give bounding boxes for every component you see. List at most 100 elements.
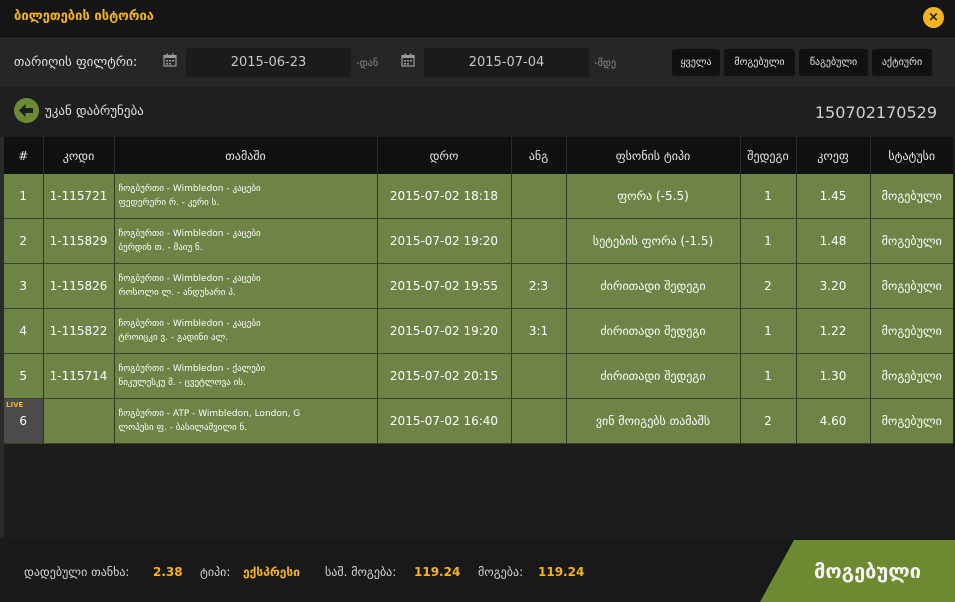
possible-win-value: 119.24 [414, 565, 461, 579]
row-bet-type: ძირითადი შედეგი [566, 308, 741, 354]
row-status: მოგებული [870, 308, 953, 354]
from-suffix: -დან [356, 58, 379, 69]
title-bar: ბილეთების ისტორია × [0, 0, 955, 37]
column-header-number: # [4, 137, 43, 174]
row-game: ჩოგბურთი - Wimbledon - კაცები ბერდიხ თ. -… [114, 218, 378, 264]
row-code: 1-115822 [43, 308, 115, 354]
ticket-status-badge: მოგებული [760, 540, 955, 602]
filter-label: თარიღის ფილტრი: [14, 55, 138, 70]
win-value: 119.24 [538, 565, 585, 579]
arrow-left-icon[interactable] [14, 98, 39, 123]
table-row: 4 1-115822 ჩოგბურთი - Wimbledon - კაცები… [4, 308, 953, 354]
row-time: 2015-07-02 19:20 [377, 308, 512, 354]
row-number: 2 [4, 218, 44, 264]
row-number: 5 [4, 353, 44, 399]
row-status: მოგებული [870, 174, 953, 219]
close-icon[interactable]: × [923, 7, 944, 28]
row-code: 1-115829 [43, 218, 115, 264]
row-bet-type: ვინ მოიგებს თამაშს [566, 398, 741, 444]
row-game: ჩოგბურთი - Wimbledon - კაცები როსოლი ლ. -… [114, 263, 378, 309]
bets-table: # კოდი თამაში დრო ანგ ფსონის ტიპი შედეგი… [4, 137, 953, 444]
row-score [511, 353, 567, 399]
row-status: მოგებული [870, 218, 953, 264]
row-score [511, 218, 567, 264]
row-code: 1-115721 [43, 174, 115, 219]
game-players: ლოპესი ფ. - ბასილაშვილი ნ. [118, 423, 248, 433]
row-number: 1 [4, 174, 44, 219]
date-to-input[interactable] [424, 48, 589, 77]
ticket-id: 150702170529 [814, 103, 937, 122]
row-time: 2015-07-02 16:40 [377, 398, 512, 444]
possible-win-label: საშ. მოგება: [325, 565, 397, 579]
row-odds: 1.45 [796, 174, 871, 219]
row-result: 1 [740, 308, 797, 354]
column-header-code: კოდი [42, 137, 114, 174]
row-result: 2 [740, 263, 797, 309]
row-score [511, 398, 567, 444]
row-result: 1 [740, 353, 797, 399]
game-league: ჩოგბურთი - Wimbledon - კაცები [118, 274, 261, 284]
date-filter-bar: თარიღის ფილტრი: -დან -მდე ყველა მოგებული… [0, 37, 955, 87]
back-button[interactable]: უკან დაბრუნება [45, 104, 144, 119]
game-players: ტროიცკი ვ. - გადინი ალ. [118, 333, 229, 343]
back-bar: უკან დაბრუნება 150702170529 [0, 87, 955, 137]
table-row: 5 1-115714 ჩოგბურთი - Wimbledon - ქალები… [4, 353, 953, 399]
row-result: 1 [740, 174, 797, 219]
live-badge: LIVE [6, 401, 24, 409]
date-from-input[interactable] [186, 48, 351, 77]
row-game: ჩოგბურთი - Wimbledon - კაცები ფედერერი რ.… [114, 174, 378, 219]
game-league: ჩოგბურთი - Wimbledon - ქალები [118, 364, 266, 374]
type-value: ექსპრესი [243, 565, 300, 579]
column-header-time: დრო [376, 137, 511, 174]
stake-value: 2.38 [153, 565, 183, 579]
row-code [43, 398, 115, 444]
row-odds: 4.60 [796, 398, 871, 444]
row-status: მოგებული [870, 398, 953, 444]
game-league: ჩოგბურთი - Wimbledon - კაცები [118, 319, 261, 329]
filter-active-button[interactable]: აქტიური [872, 49, 932, 76]
row-score: 2:3 [511, 263, 567, 309]
calendar-icon[interactable] [163, 53, 177, 67]
column-header-result: შედეგი [739, 137, 796, 174]
row-odds: 3.20 [796, 263, 871, 309]
row-code: 1-115826 [43, 263, 115, 309]
row-odds: 1.22 [796, 308, 871, 354]
game-players: ნიკულესკუ მ. - ცვეტლოვა ის. [118, 378, 246, 388]
row-bet-type: ფორა (-5.5) [566, 174, 741, 219]
column-header-score: ანგ [510, 137, 566, 174]
filter-won-button[interactable]: მოგებული [724, 49, 795, 76]
stake-label: დადებული თანხა: [24, 565, 130, 579]
row-number: 3 [4, 263, 44, 309]
table-header-row: # კოდი თამაში დრო ანგ ფსონის ტიპი შედეგი… [4, 137, 953, 174]
column-header-status: სტატუსი [869, 137, 953, 174]
game-league: ჩოგბურთი - Wimbledon - კაცები [118, 184, 261, 194]
row-time: 2015-07-02 20:15 [377, 353, 512, 399]
row-number: LIVE 6 [4, 398, 44, 444]
table-row: 3 1-115826 ჩოგბურთი - Wimbledon - კაცები… [4, 263, 953, 309]
row-result: 1 [740, 218, 797, 264]
window-title: ბილეთების ისტორია [14, 9, 154, 24]
game-league: ჩოგბურთი - ATP - Wimbledon, London, G [118, 409, 301, 419]
table-row: LIVE 6 ჩოგბურთი - ATP - Wimbledon, London… [4, 398, 953, 444]
row-bet-type: სეტების ფორა (-1.5) [566, 218, 741, 264]
row-status: მოგებული [870, 353, 953, 399]
row-number-value: 6 [19, 414, 28, 428]
row-time: 2015-07-02 19:55 [377, 263, 512, 309]
calendar-icon[interactable] [401, 53, 415, 67]
row-odds: 1.48 [796, 218, 871, 264]
game-players: როსოლი ლ. - ანდუხარი პ. [118, 288, 236, 298]
row-time: 2015-07-02 18:18 [377, 174, 512, 219]
game-players: ბერდიხ თ. - მაიუ ნ. [118, 243, 203, 253]
filter-all-button[interactable]: ყველა [672, 49, 720, 76]
row-time: 2015-07-02 19:20 [377, 218, 512, 264]
row-score: 3:1 [511, 308, 567, 354]
column-header-odds: კოეფ [795, 137, 870, 174]
filter-lost-button[interactable]: წაგებული [799, 49, 868, 76]
row-code: 1-115714 [43, 353, 115, 399]
row-bet-type: ძირითადი შედეგი [566, 353, 741, 399]
table-row: 2 1-115829 ჩოგბურთი - Wimbledon - კაცები… [4, 218, 953, 264]
row-score [511, 174, 567, 219]
type-label: ტიპი: [200, 565, 231, 579]
row-game: ჩოგბურთი - ATP - Wimbledon, London, G ლოპ… [114, 398, 378, 444]
row-bet-type: ძირითადი შედეგი [566, 263, 741, 309]
